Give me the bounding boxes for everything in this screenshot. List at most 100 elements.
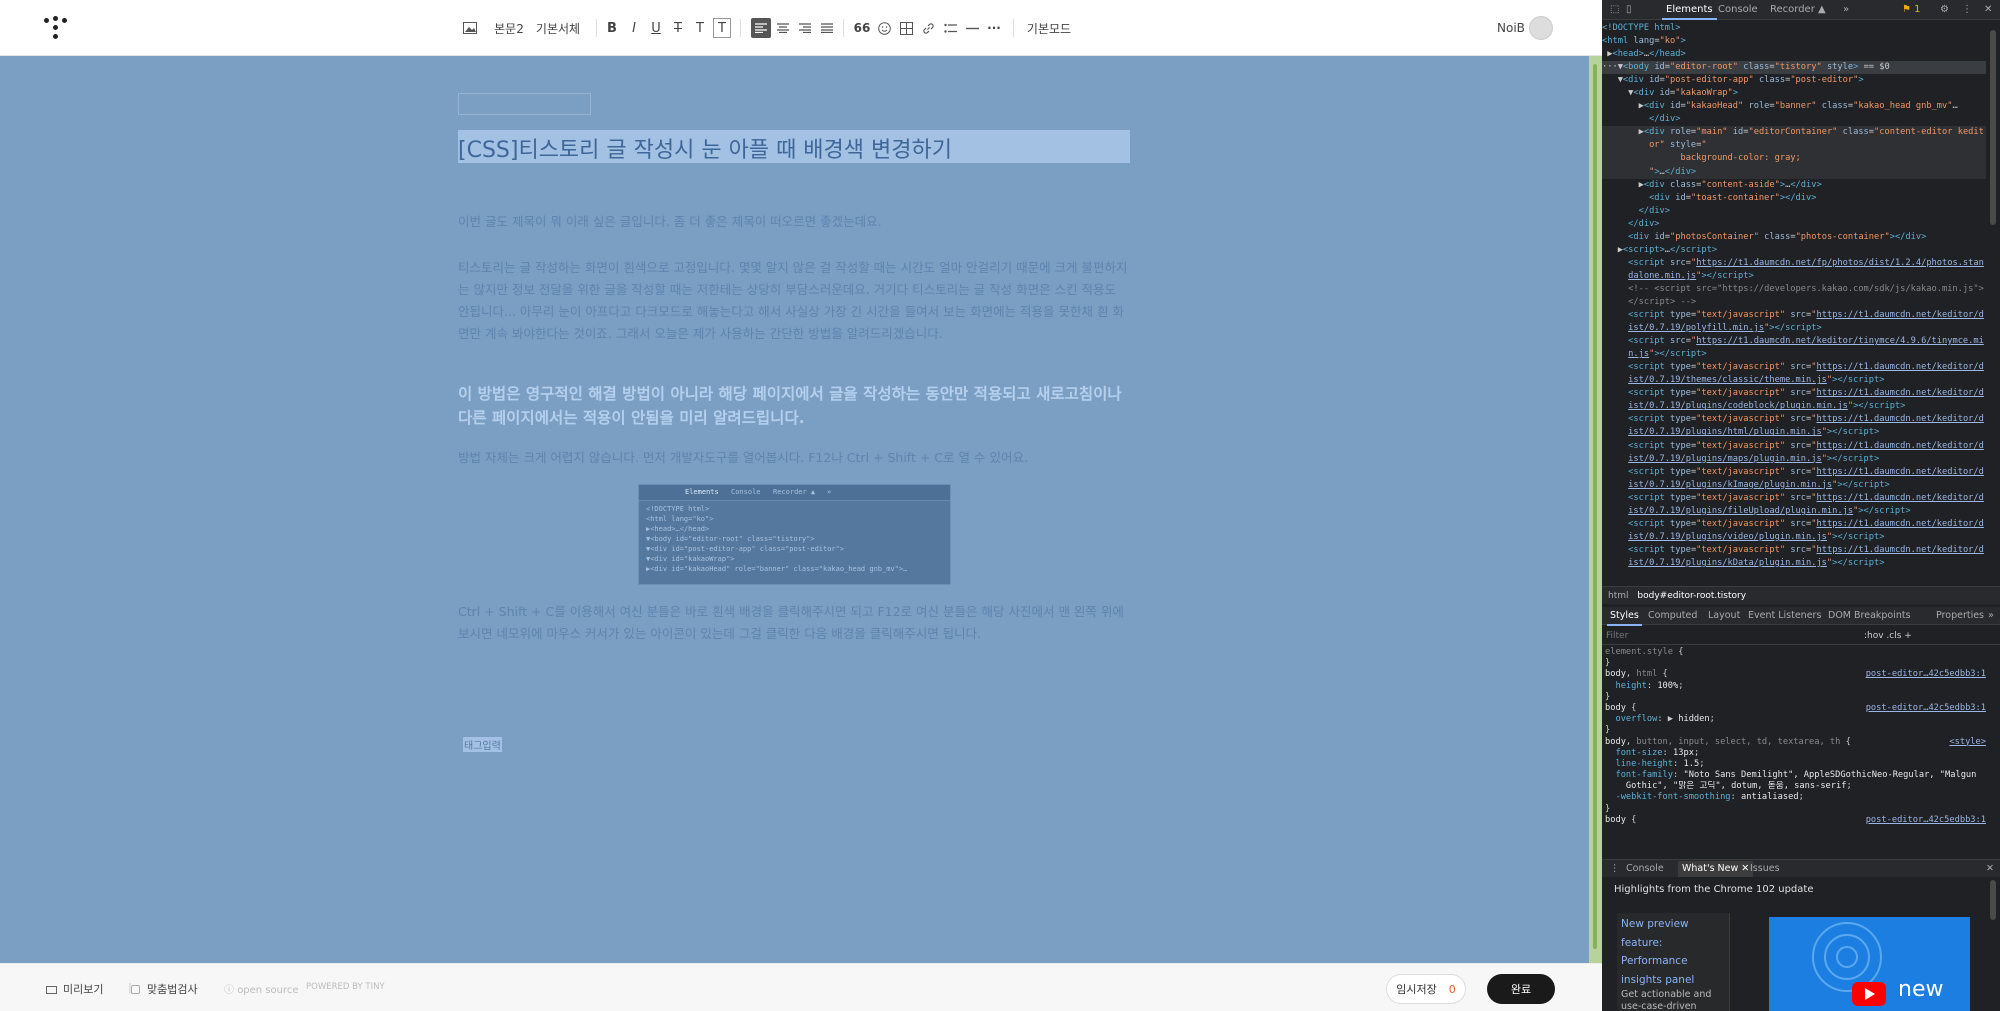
dom-node-line[interactable]: <script type="text/javascript" src="http… xyxy=(1602,309,1986,322)
dom-node-line[interactable]: <!DOCTYPE html> xyxy=(1602,22,1986,35)
dom-node-line[interactable]: </div> xyxy=(1602,205,1986,218)
dom-node-line[interactable]: ist/0.7.19/themes/classic/theme.min.js">… xyxy=(1602,374,1986,387)
style-rule-line[interactable]: body {post-editor…42c5edbb3:1 xyxy=(1605,703,1988,714)
style-rule-line[interactable]: height: 100%; xyxy=(1605,681,1988,692)
dom-node-line[interactable]: ist/0.7.19/plugins/video/plugin.min.js">… xyxy=(1602,531,1986,544)
dom-node-line[interactable]: <script type="text/javascript" src="http… xyxy=(1602,544,1986,557)
style-rule-line[interactable]: overflow: ▶ hidden; xyxy=(1605,714,1988,725)
paragraph-4[interactable]: 방법 자체는 크게 어렵지 않습니다. 먼저 개발자도구를 열어봅시다. F12… xyxy=(458,447,1130,469)
dom-node-line[interactable]: ▼<div id="kakaoWrap"> xyxy=(1602,87,1986,100)
whats-new-link[interactable]: Performance xyxy=(1621,952,1725,971)
drawer-menu-icon[interactable]: ⋮ xyxy=(1610,863,1620,874)
dom-node-line[interactable]: <!-- <script src="https://developers.kak… xyxy=(1602,283,1986,296)
tag-input[interactable]: 태그입력 xyxy=(463,737,502,752)
dom-tree[interactable]: <!DOCTYPE html> <html lang="ko"> ▶<head>…… xyxy=(1602,22,1986,582)
drawer-tab-console[interactable]: Console xyxy=(1626,863,1664,874)
strikethrough-button[interactable]: T xyxy=(669,18,687,38)
dom-node-line[interactable]: </div> xyxy=(1602,218,1986,231)
dom-node-line[interactable]: ">…</div> xyxy=(1602,165,1986,179)
text-background-button[interactable]: T xyxy=(713,18,731,38)
breadcrumb-item[interactable]: body#editor-root.tistory xyxy=(1637,591,1746,601)
dom-node-line[interactable]: ▶<div id="kakaoHead" role="banner" class… xyxy=(1602,100,1986,113)
preview-button[interactable]: 미리보기 xyxy=(46,981,103,997)
tistory-logo-icon[interactable] xyxy=(44,16,68,40)
more-style-tabs[interactable]: » xyxy=(1988,610,1994,621)
style-rule-line[interactable]: } xyxy=(1605,725,1988,736)
inspect-element-icon[interactable]: ⬚ xyxy=(1610,4,1619,15)
dom-node-line[interactable]: ist/0.7.19/plugins/kImage/plugin.min.js"… xyxy=(1602,479,1986,492)
dom-node-line[interactable]: <script type="text/javascript" src="http… xyxy=(1602,466,1986,479)
dom-node-line[interactable]: ist/0.7.19/plugins/fileUpload/plugin.min… xyxy=(1602,505,1986,518)
dom-node-line[interactable]: <script src="https://t1.daumcdn.net/kedi… xyxy=(1602,335,1986,348)
dom-node-line[interactable]: dalone.min.js"></script> xyxy=(1602,270,1986,283)
breadcrumb-item[interactable]: html xyxy=(1608,591,1629,601)
image-insert-icon[interactable] xyxy=(459,18,481,38)
editor-mode-select[interactable]: 기본모드 xyxy=(1024,18,1074,38)
dom-node-line[interactable]: <div id="photosContainer" class="photos-… xyxy=(1602,231,1986,244)
tab-recorder[interactable]: Recorder ▲ xyxy=(1770,4,1826,15)
paragraph-1[interactable]: 이번 글도 제목이 뭐 이래 싶은 글입니다. 좀 더 좋은 제목이 떠오르면 … xyxy=(458,211,1130,233)
text-color-button[interactable]: T xyxy=(691,18,709,38)
editor-scrollbar[interactable] xyxy=(1589,56,1602,963)
dom-node-line[interactable]: <script type="text/javascript" src="http… xyxy=(1602,518,1986,531)
align-left-icon[interactable] xyxy=(751,18,771,38)
category-select[interactable] xyxy=(458,93,591,115)
dom-node-line[interactable]: or" style=" xyxy=(1602,139,1986,153)
avatar[interactable] xyxy=(1529,16,1553,40)
dom-node-line[interactable]: ▼<div id="post-editor-app" class="post-e… xyxy=(1602,74,1986,87)
filter-tools[interactable]: :hov .cls + xyxy=(1864,627,1912,645)
quote-button[interactable]: 66 xyxy=(852,18,872,38)
style-rule-line[interactable]: element.style { xyxy=(1605,647,1988,658)
drawer-scrollbar[interactable] xyxy=(1990,880,1996,920)
dom-node-line[interactable]: <html lang="ko"> xyxy=(1602,35,1986,48)
tab-dom-breakpoints[interactable]: DOM Breakpoints xyxy=(1828,610,1911,621)
dom-scrollbar[interactable] xyxy=(1988,22,1998,582)
issues-badge[interactable]: ⚑ 1 xyxy=(1902,4,1921,15)
device-toggle-icon[interactable]: ▯ xyxy=(1626,4,1632,15)
close-devtools-icon[interactable]: ✕ xyxy=(1984,4,1992,15)
dom-node-line[interactable]: <script type="text/javascript" src="http… xyxy=(1602,492,1986,505)
style-source-link[interactable]: post-editor…42c5edbb3:1 xyxy=(1866,669,1986,680)
style-rule-line[interactable]: -webkit-font-smoothing: antialiased; xyxy=(1605,792,1988,803)
dom-node-line[interactable]: </div> xyxy=(1602,113,1986,126)
dom-node-line[interactable]: ist/0.7.19/plugins/kData/plugin.min.js">… xyxy=(1602,557,1986,570)
paragraph-5[interactable]: Ctrl + Shift + C를 이용해서 여신 분들은 바로 흰색 배경을 … xyxy=(458,601,1130,645)
paragraph-3-bold[interactable]: 이 방법은 영구적인 해결 방법이 아니라 해당 페이지에서 글을 작성하는 동… xyxy=(458,382,1130,430)
underline-button[interactable]: U xyxy=(647,18,665,38)
paragraph-style-select[interactable]: 본문2 xyxy=(491,18,527,38)
more-tabs-button[interactable]: » xyxy=(1843,4,1849,15)
dom-node-line[interactable]: <script type="text/javascript" src="http… xyxy=(1602,440,1986,453)
dom-node-line[interactable]: <script type="text/javascript" src="http… xyxy=(1602,387,1986,400)
tab-layout[interactable]: Layout xyxy=(1708,610,1740,621)
divider-icon[interactable] xyxy=(962,18,982,38)
dom-node-line[interactable]: <script src="https://t1.daumcdn.net/fp/p… xyxy=(1602,257,1986,270)
open-source-link[interactable]: ⓘ open source xyxy=(224,981,299,996)
whats-new-link[interactable]: feature: xyxy=(1621,934,1725,953)
dom-node-line[interactable]: ▶<div class="content-aside">…</div> xyxy=(1602,179,1986,192)
dom-node-line[interactable]: <script type="text/javascript" src="http… xyxy=(1602,413,1986,426)
style-source-link[interactable]: post-editor…42c5edbb3:1 xyxy=(1866,815,1986,826)
youtube-play-icon[interactable] xyxy=(1852,982,1886,1006)
publish-done-button[interactable]: 완료 xyxy=(1487,974,1555,1004)
tab-computed[interactable]: Computed xyxy=(1648,610,1697,621)
whats-new-link[interactable]: insights panel xyxy=(1621,971,1725,990)
whats-new-video-thumbnail[interactable]: new xyxy=(1769,917,1970,1011)
save-draft-button[interactable]: 임시저장 0 xyxy=(1386,974,1466,1004)
style-rule-line[interactable]: } xyxy=(1605,804,1988,815)
dom-node-line[interactable]: ···▼<body id="editor-root" class="tistor… xyxy=(1602,61,1986,75)
kebab-menu-icon[interactable]: ⋮ xyxy=(1962,4,1972,15)
style-source-link[interactable]: <style> xyxy=(1949,737,1986,748)
bullet-list-icon[interactable] xyxy=(940,18,960,38)
drawer-tab-issues[interactable]: Issues xyxy=(1750,863,1780,874)
dom-node-line[interactable]: ▶<head>…</head> xyxy=(1602,48,1986,61)
more-button[interactable]: ··· xyxy=(984,18,1004,38)
dom-node-line[interactable]: n.js"></script> xyxy=(1602,348,1986,361)
tab-event-listeners[interactable]: Event Listeners xyxy=(1748,610,1821,621)
style-rule-line[interactable]: body, button, input, select, td, textare… xyxy=(1605,737,1988,748)
dom-node-line[interactable]: <div id="toast-container"></div> xyxy=(1602,192,1986,205)
styles-filter-input[interactable]: Filter :hov .cls + xyxy=(1602,627,2000,645)
dom-node-line[interactable]: ist/0.7.19/polyfill.min.js"></script> xyxy=(1602,322,1986,335)
link-icon[interactable] xyxy=(918,18,938,38)
style-source-link[interactable]: post-editor…42c5edbb3:1 xyxy=(1866,703,1986,714)
style-rule-line[interactable]: } xyxy=(1605,692,1988,703)
